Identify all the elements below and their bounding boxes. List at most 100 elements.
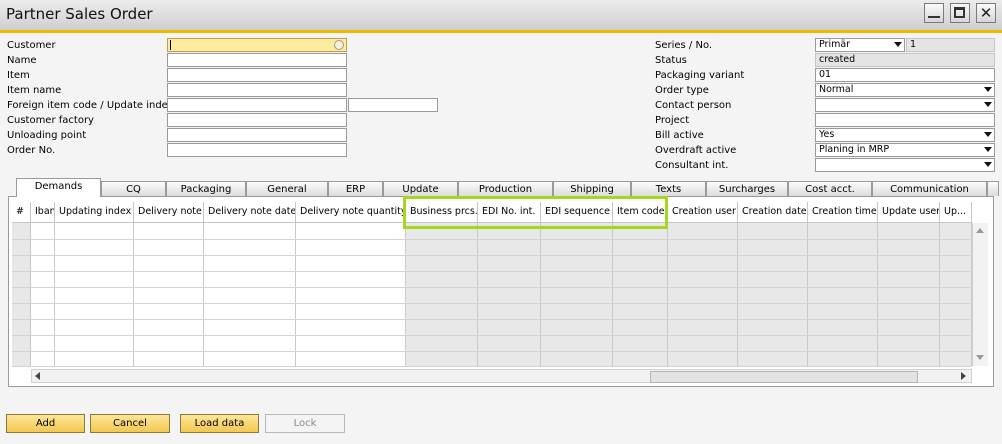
contact-person-dropdown[interactable] bbox=[815, 98, 995, 112]
scroll-right-icon[interactable] bbox=[961, 372, 966, 380]
chevron-down-icon bbox=[984, 147, 992, 152]
consultant-label: Consultant int. bbox=[655, 160, 729, 171]
scroll-down-icon[interactable] bbox=[976, 355, 984, 360]
chevron-down-icon bbox=[984, 162, 992, 167]
col-header-delivery-note-date[interactable]: Delivery note date bbox=[204, 202, 296, 223]
tab-update[interactable]: Update bbox=[383, 181, 458, 196]
link-icon[interactable] bbox=[334, 40, 344, 50]
load-data-button[interactable]: Load data bbox=[180, 414, 259, 433]
series-value: Primär bbox=[819, 39, 851, 50]
overdraft-active-label: Overdraft active bbox=[655, 145, 737, 156]
item-name-label: Item name bbox=[7, 85, 62, 96]
col-header-creation-user[interactable]: Creation user bbox=[668, 202, 738, 223]
bill-active-label: Bill active bbox=[655, 130, 704, 141]
grid-column[interactable] bbox=[296, 223, 406, 366]
tab-demands[interactable]: Demands bbox=[16, 178, 101, 197]
grid-column[interactable] bbox=[55, 223, 134, 366]
grid-column-readonly bbox=[668, 223, 738, 366]
status-field: created bbox=[815, 53, 995, 67]
project-label: Project bbox=[655, 115, 690, 126]
grid-column[interactable] bbox=[204, 223, 296, 366]
item-name-field[interactable] bbox=[167, 83, 347, 97]
vertical-scrollbar[interactable] bbox=[972, 223, 988, 366]
order-no-label: Order No. bbox=[7, 145, 56, 156]
overdraft-active-dropdown[interactable]: Planing in MRP bbox=[815, 143, 995, 157]
tab-surcharges[interactable]: Surcharges bbox=[706, 181, 788, 196]
order-type-dropdown[interactable]: Normal bbox=[815, 83, 995, 97]
col-header-creation-time[interactable]: Creation time bbox=[808, 202, 878, 223]
close-icon: ✕ bbox=[979, 4, 993, 22]
tab-production[interactable]: Production bbox=[458, 181, 553, 196]
grid-column[interactable] bbox=[31, 223, 55, 366]
customer-factory-label: Customer factory bbox=[7, 115, 94, 126]
customer-factory-field[interactable] bbox=[167, 113, 347, 127]
grid-column-readonly bbox=[406, 223, 478, 366]
customer-label: Customer bbox=[7, 40, 56, 51]
row-divider bbox=[12, 319, 972, 320]
series-dropdown[interactable]: Primär bbox=[815, 38, 905, 52]
status-label: Status bbox=[655, 55, 687, 66]
project-field[interactable] bbox=[815, 113, 995, 127]
tab-packaging[interactable]: Packaging bbox=[166, 181, 246, 196]
grid-column[interactable] bbox=[134, 223, 204, 366]
order-type-label: Order type bbox=[655, 85, 709, 96]
tab-cq[interactable]: CQ bbox=[101, 181, 166, 196]
row-number-column[interactable] bbox=[12, 223, 31, 366]
grid-column-readonly bbox=[738, 223, 808, 366]
tab-texts[interactable]: Texts bbox=[631, 181, 706, 196]
tab-communication[interactable]: Communication bbox=[872, 181, 987, 196]
col-header-creation-date[interactable]: Creation date bbox=[738, 202, 808, 223]
col-header-number[interactable]: # bbox=[12, 202, 31, 223]
minimize-button[interactable] bbox=[924, 3, 944, 23]
row-divider bbox=[12, 335, 972, 336]
customer-field[interactable] bbox=[167, 38, 347, 52]
tab-general[interactable]: General bbox=[246, 181, 328, 196]
text-cursor bbox=[170, 40, 171, 50]
overdraft-active-value: Planing in MRP bbox=[819, 144, 890, 155]
tab-overflow[interactable] bbox=[987, 181, 999, 196]
add-button[interactable]: Add bbox=[6, 414, 85, 433]
order-type-value: Normal bbox=[819, 84, 854, 95]
name-label: Name bbox=[7, 55, 37, 66]
foreign-item-code-field[interactable] bbox=[167, 98, 347, 112]
grid-column-readonly bbox=[613, 223, 668, 366]
tab-cost-acct[interactable]: Cost acct. bbox=[788, 181, 872, 196]
chevron-down-icon bbox=[894, 42, 902, 47]
update-index-field[interactable] bbox=[348, 98, 438, 112]
row-divider bbox=[12, 239, 972, 240]
lock-button[interactable]: Lock bbox=[265, 414, 345, 433]
name-field[interactable] bbox=[167, 53, 347, 67]
unloading-point-label: Unloading point bbox=[7, 130, 87, 141]
scrollbar-thumb[interactable] bbox=[650, 371, 918, 383]
scroll-up-icon[interactable] bbox=[976, 228, 984, 233]
col-header-iban[interactable]: Iban bbox=[31, 202, 55, 223]
item-field[interactable] bbox=[167, 68, 347, 82]
scroll-left-icon[interactable] bbox=[35, 372, 40, 380]
minimize-icon bbox=[928, 16, 940, 18]
packaging-variant-label: Packaging variant bbox=[655, 70, 745, 81]
col-header-updating-index[interactable]: Updating index bbox=[55, 202, 134, 223]
packaging-variant-field[interactable]: 01 bbox=[815, 68, 995, 82]
unloading-point-field[interactable] bbox=[167, 128, 347, 142]
foreign-item-code-label: Foreign item code / Update index bbox=[7, 100, 174, 111]
item-label: Item bbox=[7, 70, 30, 81]
col-header-update-user[interactable]: Update user bbox=[878, 202, 940, 223]
close-button[interactable]: ✕ bbox=[976, 3, 996, 23]
bill-active-dropdown[interactable]: Yes bbox=[815, 128, 995, 142]
tab-shipping[interactable]: Shipping bbox=[553, 181, 631, 196]
col-header-delivery-note-quantity[interactable]: Delivery note quantity bbox=[296, 202, 406, 223]
bill-active-value: Yes bbox=[819, 129, 835, 140]
tab-erp[interactable]: ERP bbox=[328, 181, 383, 196]
col-header-delivery-note[interactable]: Delivery note bbox=[134, 202, 204, 223]
highlight-box bbox=[403, 196, 668, 229]
cancel-button[interactable]: Cancel bbox=[90, 414, 170, 433]
row-divider bbox=[12, 287, 972, 288]
maximize-button[interactable] bbox=[950, 3, 970, 23]
order-no-field[interactable] bbox=[167, 143, 347, 157]
col-header-update-more[interactable]: Up... bbox=[940, 202, 972, 223]
horizontal-scrollbar[interactable] bbox=[31, 369, 972, 383]
consultant-dropdown[interactable] bbox=[815, 158, 995, 172]
row-divider bbox=[12, 303, 972, 304]
row-divider bbox=[12, 271, 972, 272]
grid-column-readonly bbox=[541, 223, 613, 366]
